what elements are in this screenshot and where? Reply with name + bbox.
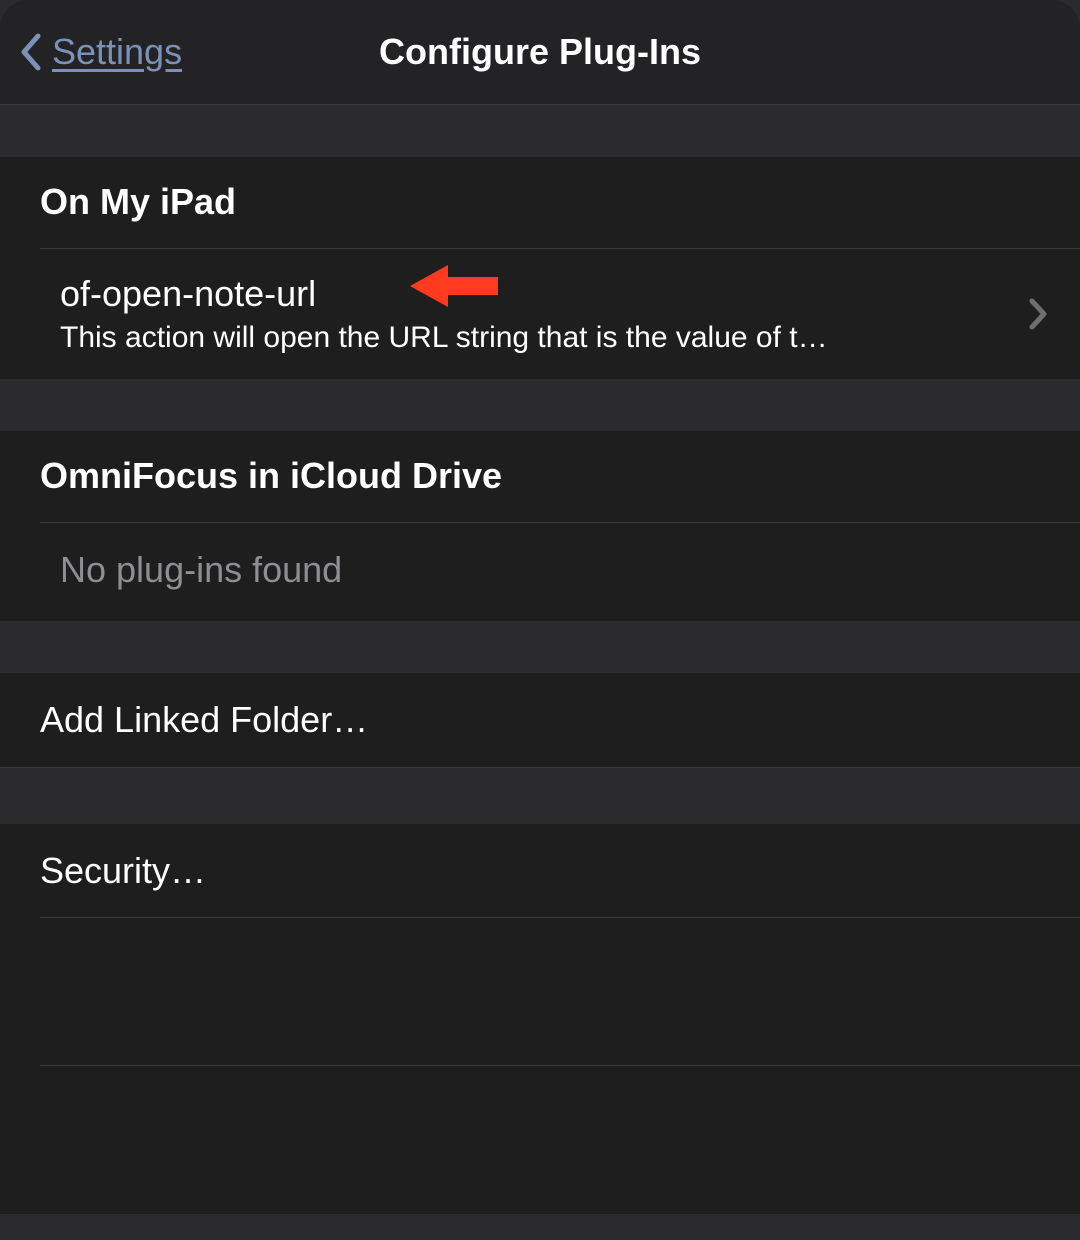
plugin-description: This action will open the URL string tha… [60, 321, 990, 355]
nav-header: Settings Configure Plug-Ins [0, 0, 1080, 105]
plugin-name: of-open-note-url [60, 273, 990, 315]
section-header-on-my-ipad: On My iPad [0, 157, 1080, 249]
section-actions-1: Add Linked Folder… [0, 673, 1080, 768]
security-button[interactable]: Security… [0, 824, 1080, 918]
section-icloud: OmniFocus in iCloud Drive No plug-ins fo… [0, 431, 1080, 621]
spacer [0, 768, 1080, 824]
empty-state-text: No plug-ins found [0, 523, 1080, 621]
section-on-my-ipad: On My iPad of-open-note-url This action … [0, 157, 1080, 379]
plugin-row-content: of-open-note-url This action will open t… [60, 273, 990, 355]
section-header-icloud: OmniFocus in iCloud Drive [0, 431, 1080, 523]
back-button[interactable]: Settings [18, 31, 182, 73]
chevron-right-icon [1028, 297, 1048, 331]
spacer [0, 379, 1080, 431]
settings-window: Settings Configure Plug-Ins On My iPad o… [0, 0, 1080, 1240]
section-actions-2: Security… [0, 824, 1080, 1214]
back-label: Settings [52, 31, 182, 73]
empty-row [0, 1066, 1080, 1214]
chevron-left-icon [18, 32, 42, 72]
empty-row [0, 918, 1080, 1066]
plugin-row[interactable]: of-open-note-url This action will open t… [0, 249, 1080, 379]
spacer [0, 105, 1080, 157]
add-linked-folder-button[interactable]: Add Linked Folder… [0, 673, 1080, 768]
spacer [0, 621, 1080, 673]
